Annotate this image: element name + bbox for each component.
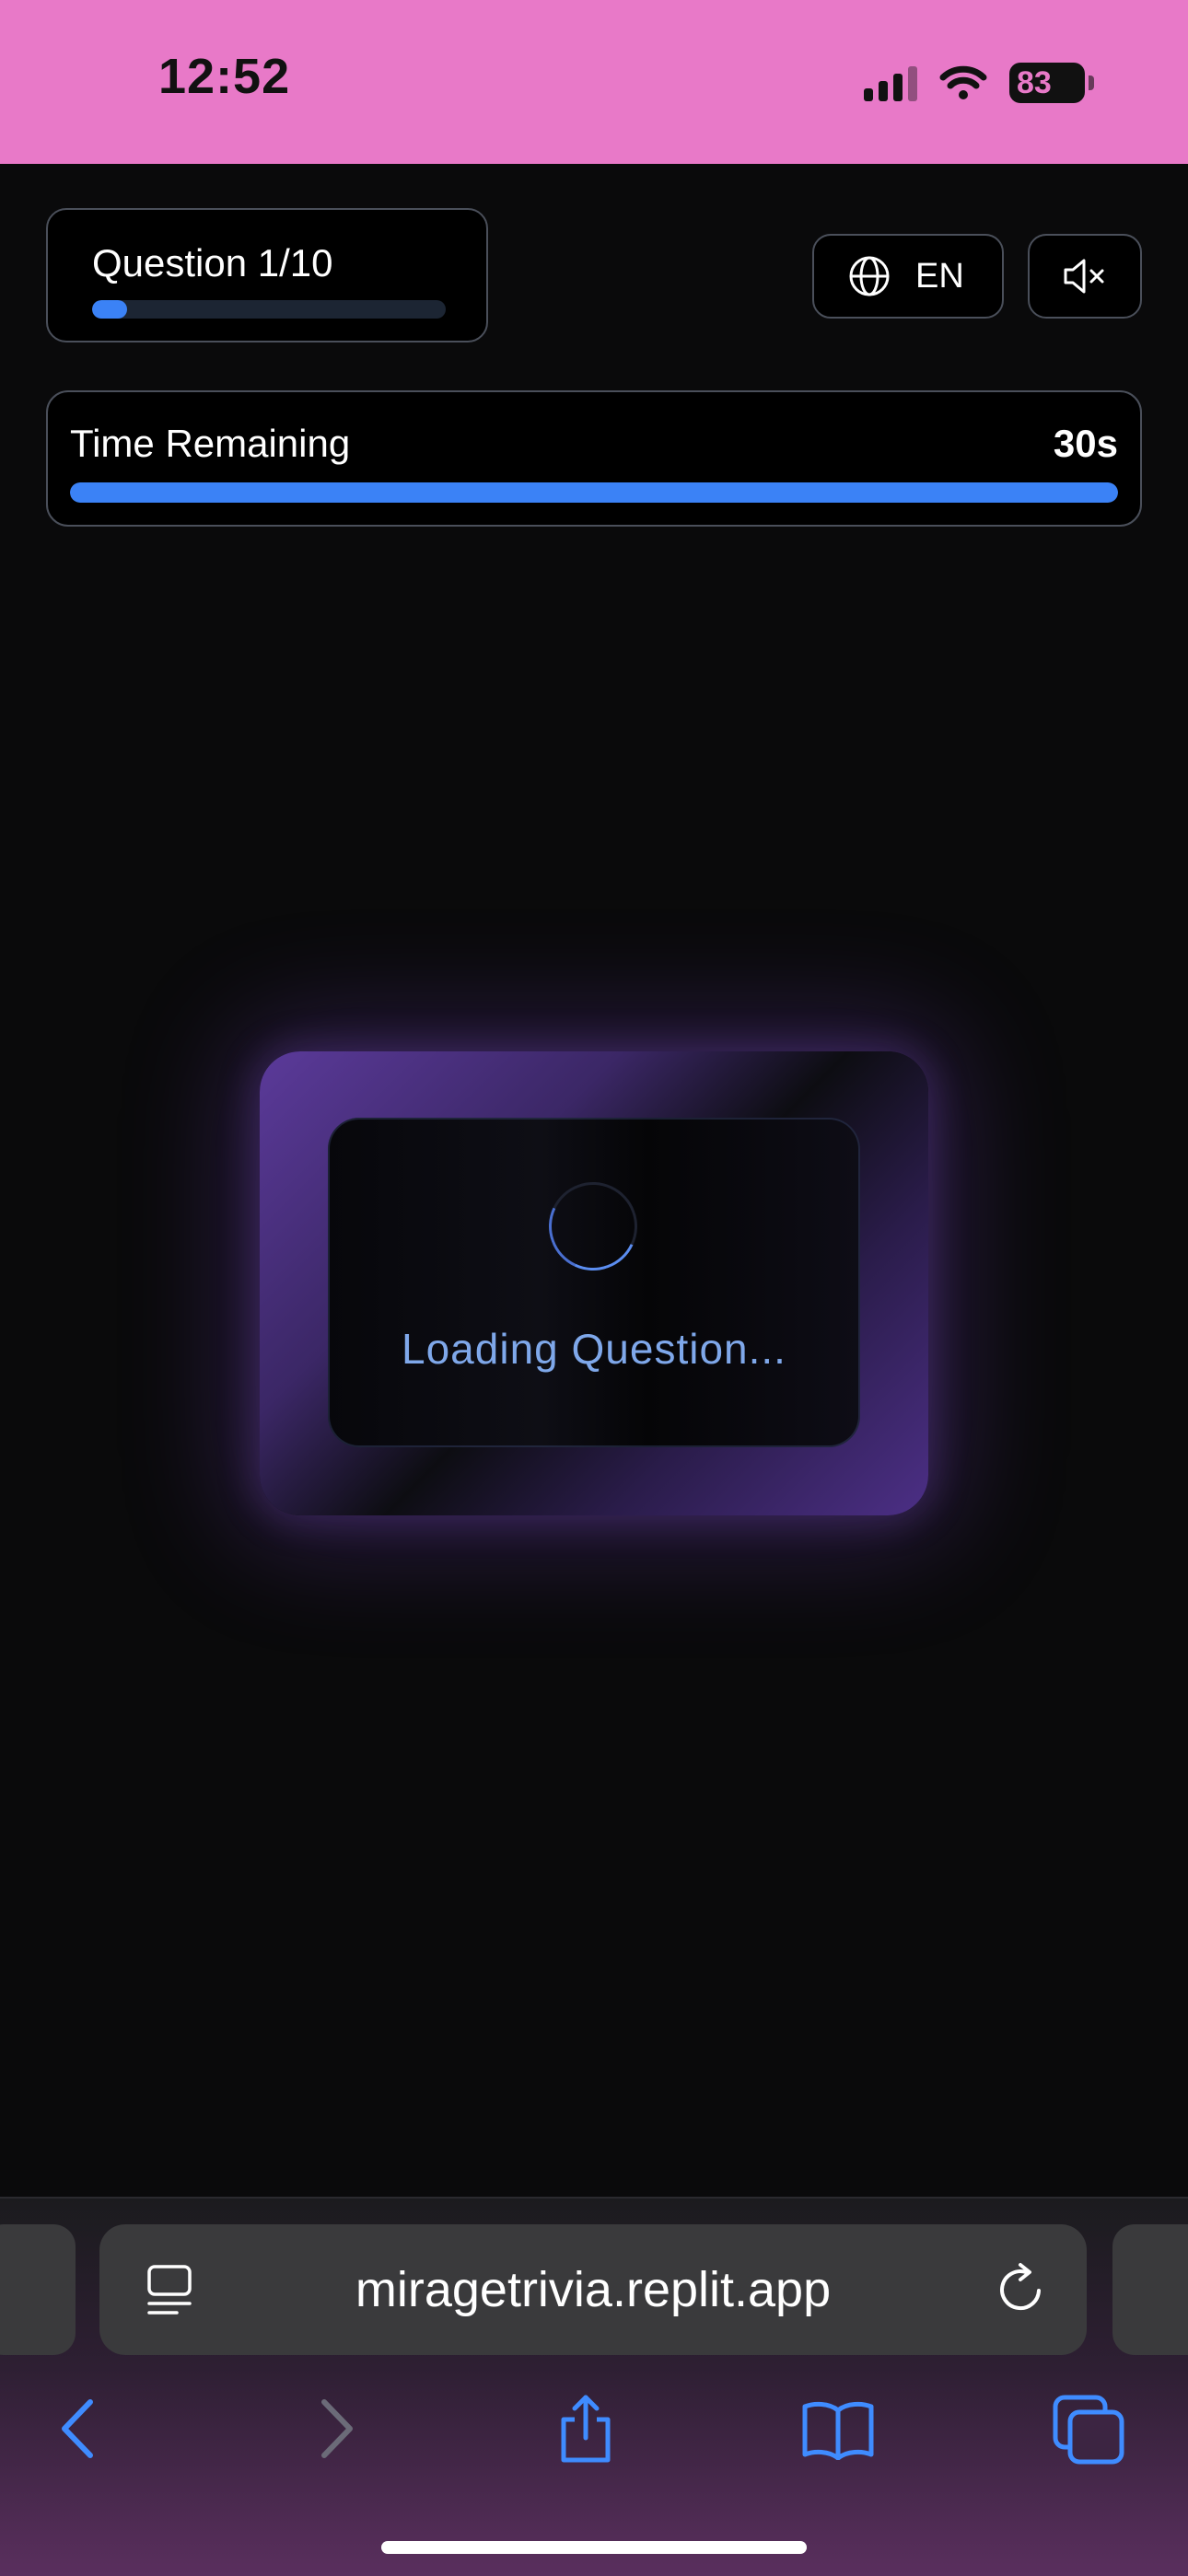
url-text: miragetrivia.replit.app [355, 2262, 832, 2317]
loading-spinner-icon [536, 1169, 650, 1283]
status-time: 12:52 [158, 49, 291, 104]
timer-card: Time Remaining 30s [46, 390, 1142, 527]
battery-icon: 83 [1009, 63, 1094, 103]
question-progress-bar [92, 300, 446, 319]
previous-tab-preview[interactable] [0, 2224, 76, 2355]
share-button[interactable] [540, 2383, 632, 2475]
question-progress-card: Question 1/10 [46, 208, 488, 342]
share-icon [561, 2395, 611, 2463]
status-icons: 83 [864, 59, 1094, 107]
bookmarks-button[interactable] [792, 2383, 884, 2475]
timer-progress-bar [70, 482, 1118, 503]
navigation-row [0, 2373, 1188, 2484]
globe-icon [849, 256, 890, 296]
loading-text: Loading Question... [402, 1325, 786, 1373]
reload-icon[interactable] [995, 2259, 1050, 2318]
forward-icon [321, 2399, 353, 2458]
mute-icon [1064, 259, 1104, 294]
browser-toolbar: miragetrivia.replit.app [0, 2197, 1188, 2576]
forward-button[interactable] [291, 2383, 383, 2475]
question-counter: Question 1/10 [92, 241, 333, 284]
back-icon [62, 2399, 93, 2458]
loading-card: Loading Question... [260, 1051, 928, 1515]
home-indicator [381, 2541, 807, 2554]
tabs-button[interactable] [1042, 2383, 1135, 2475]
status-bar: 12:52 83 [0, 0, 1188, 164]
next-tab-preview[interactable] [1112, 2224, 1188, 2355]
back-button[interactable] [31, 2383, 123, 2475]
bookmarks-icon [802, 2401, 874, 2460]
timer-label: Time Remaining [70, 422, 351, 465]
language-button[interactable]: EN [812, 234, 1004, 319]
timer-value: 30s [1053, 422, 1118, 465]
wifi-icon [939, 65, 987, 99]
battery-level: 83 [1017, 64, 1052, 100]
tabs-icon [1053, 2395, 1124, 2465]
mute-button[interactable] [1028, 234, 1142, 319]
question-progress-fill [92, 300, 128, 319]
loading-inner-panel: Loading Question... [328, 1118, 860, 1447]
language-code: EN [915, 256, 964, 296]
timer-progress-fill [70, 482, 1118, 503]
cellular-signal-icon [864, 64, 917, 101]
address-bar[interactable]: miragetrivia.replit.app [99, 2224, 1087, 2355]
